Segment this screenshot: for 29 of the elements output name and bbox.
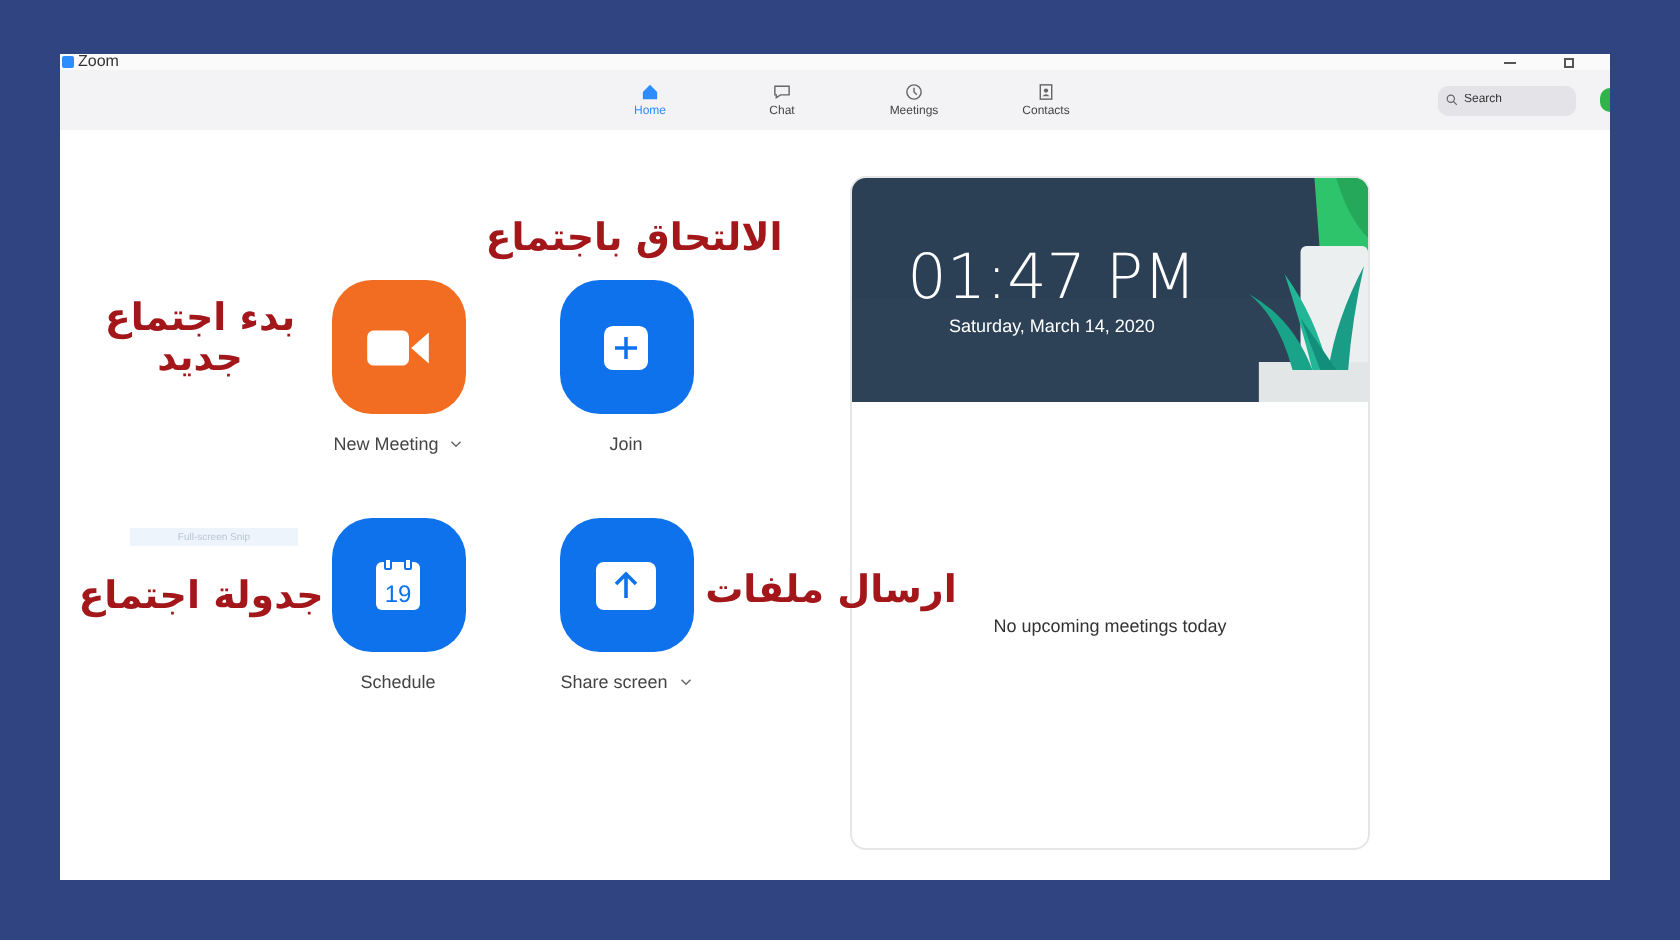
clock-icon bbox=[904, 82, 924, 102]
restore-icon[interactable] bbox=[1564, 57, 1574, 67]
window-title: Zoom bbox=[78, 54, 119, 70]
app-logo-icon bbox=[62, 56, 74, 68]
caret-icon[interactable] bbox=[450, 440, 463, 448]
action-label: Schedule bbox=[360, 672, 436, 692]
annotation-label: الالتحاق باجتماع bbox=[483, 218, 785, 258]
caret-icon[interactable] bbox=[679, 678, 692, 686]
share-screen-button[interactable] bbox=[559, 518, 693, 652]
join-button[interactable] bbox=[559, 280, 693, 414]
action-label: Join bbox=[609, 434, 643, 454]
empty-meetings-message: No upcoming meetings today bbox=[993, 615, 1227, 635]
annotation-label: ارسال ملفات bbox=[703, 570, 959, 610]
home-icon bbox=[640, 82, 660, 102]
action-label: Share screen bbox=[560, 672, 668, 692]
calendar-icon: 19 bbox=[376, 561, 420, 609]
clock-time: 01:47 PM bbox=[907, 246, 1197, 310]
action-label: New Meeting bbox=[333, 434, 439, 454]
annotation-label: جدولة اجتماع bbox=[76, 576, 326, 616]
clock-date: Saturday, March 14, 2020 bbox=[949, 316, 1155, 336]
new-meeting-button[interactable] bbox=[331, 280, 465, 414]
schedule-button[interactable]: 19 bbox=[331, 518, 465, 652]
chat-bubble-icon bbox=[772, 82, 792, 102]
annotation-label: بدء اجتماع جديد bbox=[102, 298, 298, 378]
minimize-icon[interactable] bbox=[1504, 61, 1516, 63]
search-icon bbox=[1446, 94, 1458, 106]
contact-card-icon bbox=[1036, 82, 1056, 102]
video-camera-icon bbox=[364, 325, 432, 369]
plus-icon bbox=[604, 325, 648, 369]
